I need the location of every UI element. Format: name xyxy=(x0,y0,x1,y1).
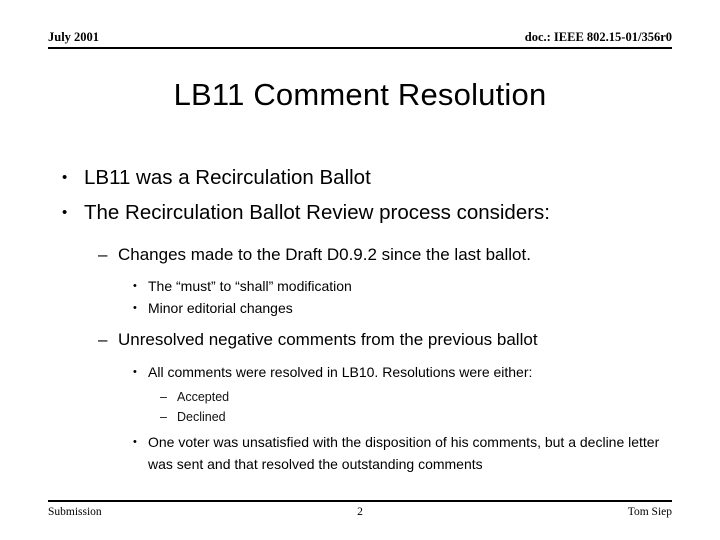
bullet-marker-dash: – xyxy=(160,410,167,424)
page-title: LB11 Comment Resolution xyxy=(173,77,547,112)
slide-footer: Submission 2 Tom Siep xyxy=(48,500,672,524)
bullet-item-level3: • Minor editorial changes xyxy=(133,297,678,319)
footer-page-number: 2 xyxy=(357,506,363,518)
footer-divider xyxy=(48,500,672,502)
bullet-text: Unresolved negative comments from the pr… xyxy=(118,330,538,349)
bullet-marker-dot: • xyxy=(62,169,68,186)
bullet-text: LB11 was a Recirculation Ballot xyxy=(84,166,371,189)
slide: July 2001 doc.: IEEE 802.15-01/356r0 LB1… xyxy=(0,0,720,540)
header-date: July 2001 xyxy=(48,30,100,44)
bullet-text: The Recirculation Ballot Review process … xyxy=(84,201,551,224)
bullet-item-level1: • The Recirculation Ballot Review proces… xyxy=(62,195,678,230)
bullet-text: Declined xyxy=(177,410,226,424)
footer-author: Tom Siep xyxy=(627,506,672,518)
header-doc-number: doc.: IEEE 802.15-01/356r0 xyxy=(524,30,672,44)
bullet-text: All comments were resolved in LB10. Reso… xyxy=(148,364,533,380)
bullet-list: • LB11 was a Recirculation Ballot • The … xyxy=(48,160,678,475)
bullet-marker-dash: – xyxy=(98,330,108,349)
bullet-item-level4: – Accepted xyxy=(160,387,678,407)
bullet-marker-dot: • xyxy=(133,436,137,448)
bullet-item-level1: • LB11 was a Recirculation Ballot xyxy=(62,160,678,195)
bullet-text: Accepted xyxy=(177,390,230,404)
bullet-item-level3: • One voter was unsatisfied with the dis… xyxy=(133,431,678,475)
slide-header: July 2001 doc.: IEEE 802.15-01/356r0 xyxy=(48,30,672,52)
bullet-item-level4: – Declined xyxy=(160,407,678,427)
bullet-item-level3: • The “must” to “shall” modification xyxy=(133,275,678,297)
bullet-item-level3: • All comments were resolved in LB10. Re… xyxy=(133,361,678,383)
bullet-text: One voter was unsatisfied with the dispo… xyxy=(148,434,660,472)
header-divider xyxy=(48,47,672,49)
bullet-marker-dash: – xyxy=(160,390,167,404)
bullet-marker-dot: • xyxy=(133,302,137,314)
bullet-text: Minor editorial changes xyxy=(148,300,293,316)
bullet-marker-dot: • xyxy=(62,204,68,221)
bullet-text: Changes made to the Draft D0.9.2 since t… xyxy=(118,245,531,264)
bullet-text: The “must” to “shall” modification xyxy=(148,278,352,294)
bullet-marker-dash: – xyxy=(98,245,108,264)
bullet-marker-dot: • xyxy=(133,366,137,378)
bullet-marker-dot: • xyxy=(133,280,137,292)
bullet-item-level2: – Changes made to the Draft D0.9.2 since… xyxy=(98,240,678,270)
bullet-item-level2: – Unresolved negative comments from the … xyxy=(98,325,678,355)
